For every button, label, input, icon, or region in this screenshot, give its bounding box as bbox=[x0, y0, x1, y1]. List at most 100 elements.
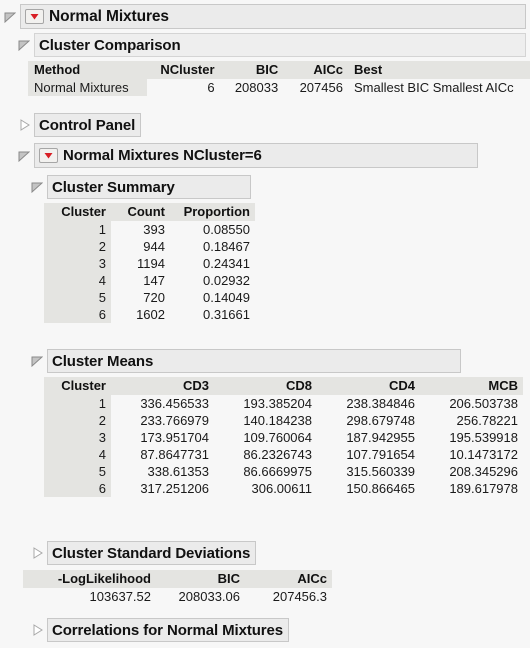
col-header-cd3: CD3 bbox=[111, 377, 214, 395]
cell-count: 944 bbox=[111, 238, 170, 255]
cell-proportion: 0.08550 bbox=[170, 221, 255, 238]
cluster-summary-outline-node[interactable]: Cluster Summary bbox=[31, 175, 251, 199]
col-header-bic: BIC bbox=[156, 570, 245, 588]
cell-cluster: 2 bbox=[44, 238, 111, 255]
col-header-cd8: CD8 bbox=[214, 377, 317, 395]
col-header-best: Best bbox=[347, 61, 530, 79]
col-header-aicc: AICc bbox=[283, 61, 348, 79]
cell-cd3: 338.61353 bbox=[111, 463, 214, 480]
table-row: 3 173.951704 109.760064 187.942955 195.53991… bbox=[44, 429, 523, 446]
disclosure-open-icon[interactable] bbox=[4, 11, 16, 23]
cell-mcb: 208.345296 bbox=[420, 463, 523, 480]
table-header-row: Cluster Count Proportion bbox=[44, 203, 255, 221]
cluster-summary-table: Cluster Count Proportion 1 393 0.08550 2 944… bbox=[44, 203, 255, 323]
control-panel-title-bar[interactable]: Control Panel bbox=[34, 113, 142, 137]
cell-count: 720 bbox=[111, 289, 170, 306]
table-row: 103637.52 208033.06 207456.3 bbox=[23, 588, 332, 605]
cell-proportion: 0.18467 bbox=[170, 238, 255, 255]
control-panel-outline-node[interactable]: Control Panel bbox=[18, 113, 142, 137]
cell-cd3: 336.456533 bbox=[111, 395, 214, 412]
cluster-comparison-outline-node[interactable]: Cluster Comparison bbox=[18, 33, 526, 57]
normal-mixtures-outline-node[interactable]: Normal Mixtures bbox=[4, 4, 526, 29]
table-header-row: -LogLikelihood BIC AICc bbox=[23, 570, 332, 588]
fit-statistics-table: -LogLikelihood BIC AICc 103637.52 208033… bbox=[23, 570, 332, 605]
table-row: 3 1194 0.24341 bbox=[44, 255, 255, 272]
col-header-ncluster: NCluster bbox=[146, 61, 220, 79]
cell-cluster: 1 bbox=[44, 221, 111, 238]
cell-cd8: 306.00611 bbox=[214, 480, 317, 497]
cell-cd8: 193.385204 bbox=[214, 395, 317, 412]
table-row: 1 336.456533 193.385204 238.384846 206.50373… bbox=[44, 395, 523, 412]
cell-bic: 208033 bbox=[219, 79, 284, 96]
cell-cluster: 4 bbox=[44, 446, 111, 463]
cell-proportion: 0.31661 bbox=[170, 306, 255, 323]
normal-mixtures-ncluster-outline-node[interactable]: Normal Mixtures NCluster=6 bbox=[18, 143, 478, 168]
section-label: Correlations for Normal Mixtures bbox=[52, 621, 284, 639]
correlations-title-bar[interactable]: Correlations for Normal Mixtures bbox=[47, 618, 290, 642]
table-row: 4 87.8647731 86.2326743 107.791654 10.147317… bbox=[44, 446, 523, 463]
disclosure-closed-icon[interactable] bbox=[31, 624, 43, 636]
section-label: Cluster Means bbox=[52, 352, 154, 370]
cell-cluster: 6 bbox=[44, 306, 111, 323]
cell-cd8: 86.2326743 bbox=[214, 446, 317, 463]
cluster-means-table: Cluster CD3 CD8 CD4 MCB 1 336.456533 193.3… bbox=[44, 377, 523, 497]
cluster-std-dev-outline-node[interactable]: Cluster Standard Deviations bbox=[31, 541, 257, 565]
table-row: Normal Mixtures 6 208033 207456 Smallest… bbox=[28, 79, 530, 96]
cell-aicc: 207456 bbox=[283, 79, 348, 96]
disclosure-open-icon[interactable] bbox=[18, 39, 30, 51]
cell-proportion: 0.14049 bbox=[170, 289, 255, 306]
table-row: 5 720 0.14049 bbox=[44, 289, 255, 306]
col-header-count: Count bbox=[111, 203, 170, 221]
cell-best: Smallest BIC Smallest AICc bbox=[347, 79, 530, 96]
cell-cd3: 87.8647731 bbox=[111, 446, 214, 463]
col-header-loglikelihood: -LogLikelihood bbox=[23, 570, 156, 588]
cell-mcb: 206.503738 bbox=[420, 395, 523, 412]
cell-ncluster: 6 bbox=[146, 79, 220, 96]
cell-cluster: 1 bbox=[44, 395, 111, 412]
cell-method: Normal Mixtures bbox=[28, 79, 147, 96]
cell-mcb: 189.617978 bbox=[420, 480, 523, 497]
cell-cd4: 150.866465 bbox=[317, 480, 420, 497]
disclosure-open-icon[interactable] bbox=[18, 150, 30, 162]
cell-count: 393 bbox=[111, 221, 170, 238]
normal-mixtures-ncluster-title-bar[interactable]: Normal Mixtures NCluster=6 bbox=[34, 143, 478, 168]
cell-cd4: 187.942955 bbox=[317, 429, 420, 446]
cell-bic: 208033.06 bbox=[156, 588, 245, 605]
red-triangle-popup-icon[interactable] bbox=[25, 9, 44, 24]
cell-mcb: 195.539918 bbox=[420, 429, 523, 446]
cell-cluster: 2 bbox=[44, 412, 111, 429]
disclosure-closed-icon[interactable] bbox=[18, 119, 30, 131]
cluster-comparison-title-bar[interactable]: Cluster Comparison bbox=[34, 33, 526, 57]
cell-count: 1602 bbox=[111, 306, 170, 323]
cell-loglikelihood: 103637.52 bbox=[23, 588, 156, 605]
table-row: 2 233.766979 140.184238 298.679748 256.78221 bbox=[44, 412, 523, 429]
cluster-comparison-table: Method NCluster BIC AICc Best Normal Mix… bbox=[28, 61, 530, 96]
disclosure-open-icon[interactable] bbox=[31, 181, 43, 193]
cell-cluster: 3 bbox=[44, 429, 111, 446]
correlations-outline-node[interactable]: Correlations for Normal Mixtures bbox=[31, 618, 290, 642]
section-label: Control Panel bbox=[39, 116, 136, 134]
cell-cd4: 315.560339 bbox=[317, 463, 420, 480]
section-label: Cluster Standard Deviations bbox=[52, 544, 251, 562]
cluster-std-dev-title-bar[interactable]: Cluster Standard Deviations bbox=[47, 541, 257, 565]
col-header-proportion: Proportion bbox=[170, 203, 255, 221]
col-header-aicc: AICc bbox=[245, 570, 332, 588]
cell-cluster: 5 bbox=[44, 289, 111, 306]
cluster-means-title-bar[interactable]: Cluster Means bbox=[47, 349, 461, 373]
cluster-means-outline-node[interactable]: Cluster Means bbox=[31, 349, 461, 373]
normal-mixtures-title-bar[interactable]: Normal Mixtures bbox=[20, 4, 526, 29]
col-header-cluster: Cluster bbox=[44, 377, 111, 395]
table-header-row: Cluster CD3 CD8 CD4 MCB bbox=[44, 377, 523, 395]
cell-cd4: 238.384846 bbox=[317, 395, 420, 412]
section-label: Cluster Comparison bbox=[39, 36, 181, 54]
cell-cd4: 107.791654 bbox=[317, 446, 420, 463]
cell-cd8: 86.6669975 bbox=[214, 463, 317, 480]
cluster-summary-title-bar[interactable]: Cluster Summary bbox=[47, 175, 251, 199]
section-label: Cluster Summary bbox=[52, 178, 175, 196]
red-triangle-popup-icon[interactable] bbox=[39, 148, 58, 163]
disclosure-open-icon[interactable] bbox=[31, 355, 43, 367]
cell-cluster: 6 bbox=[44, 480, 111, 497]
cell-count: 1194 bbox=[111, 255, 170, 272]
cell-cluster: 3 bbox=[44, 255, 111, 272]
disclosure-closed-icon[interactable] bbox=[31, 547, 43, 559]
